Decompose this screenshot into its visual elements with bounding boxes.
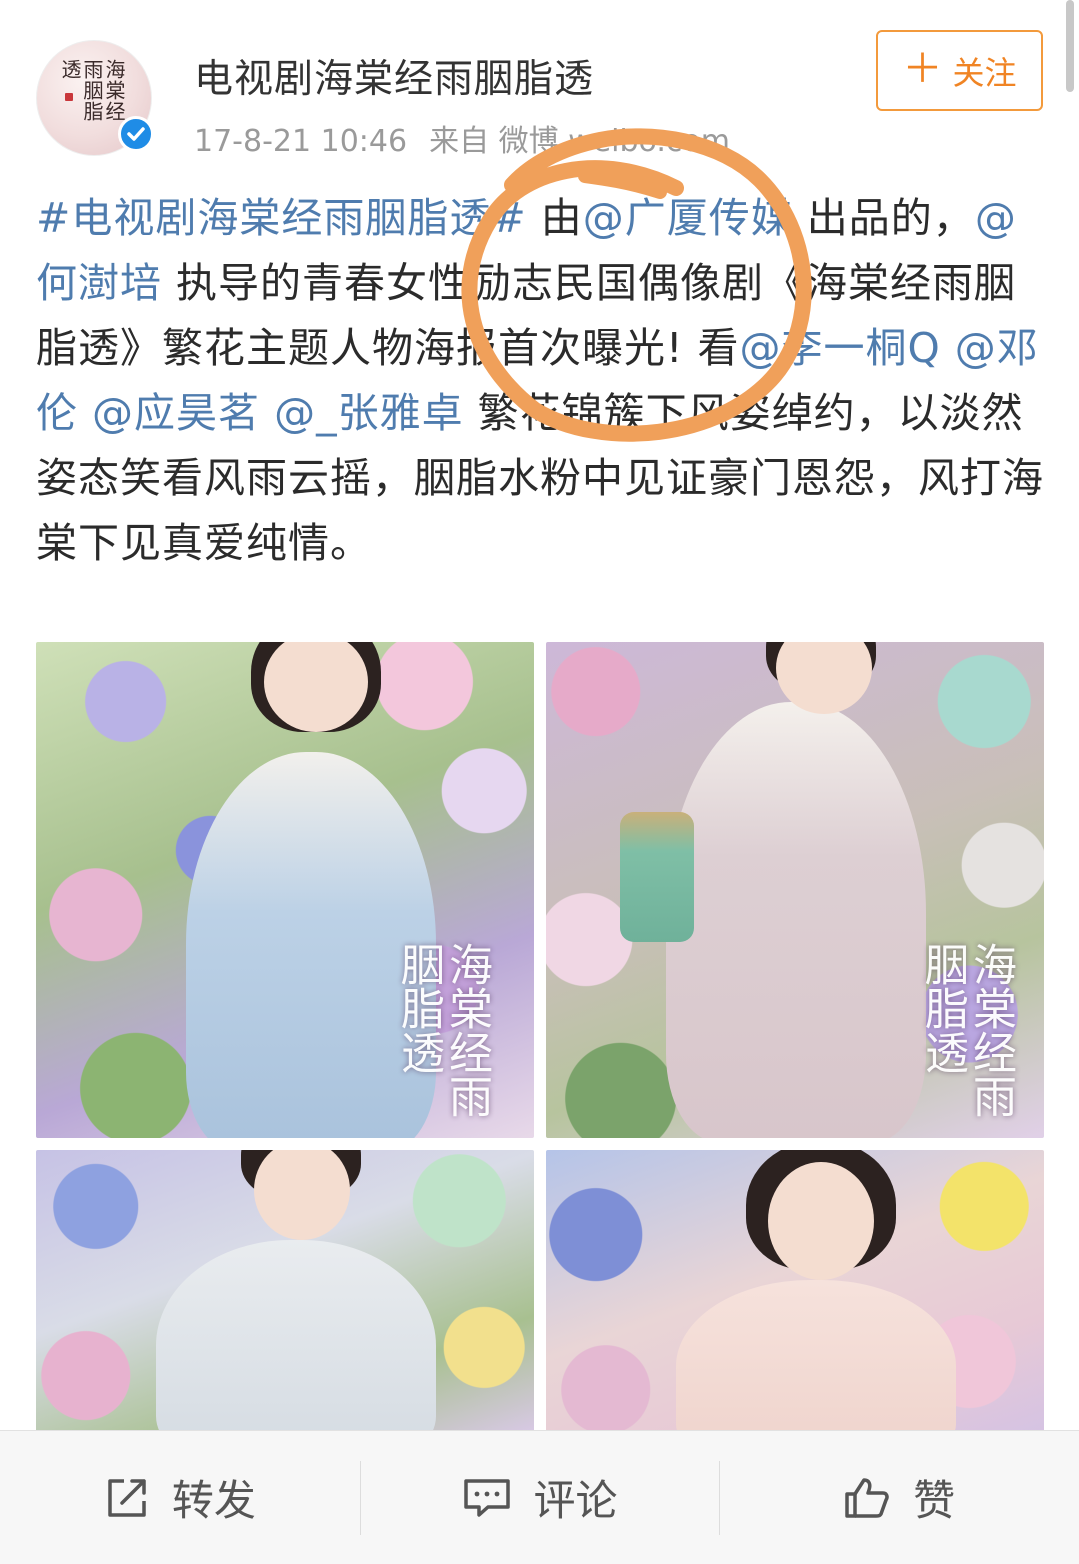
plus-icon: ＋	[902, 45, 943, 92]
tea-canister	[620, 812, 694, 942]
post-text-segment	[78, 389, 92, 437]
post-link[interactable]: @_张雅卓	[274, 389, 464, 437]
poster-title-2: 海棠经雨胭脂透	[917, 942, 1016, 1118]
avatar-seal-mark	[65, 93, 73, 101]
post-meta: 17-8-21 10:46 来自 微博 weibo.com	[194, 116, 730, 160]
repost-label: 转发	[171, 1476, 256, 1525]
post-link[interactable]: #电视剧海棠经雨胭脂透#	[36, 194, 527, 242]
comment-button[interactable]: 评论	[359, 1431, 720, 1564]
like-button[interactable]: 赞	[719, 1431, 1079, 1564]
scrollbar[interactable]	[1066, 0, 1074, 92]
post-text-segment	[260, 389, 274, 437]
poster-image-1[interactable]: 海棠经雨胭脂透	[36, 642, 534, 1138]
verified-badge-icon	[118, 116, 154, 152]
user-name[interactable]: 电视剧海棠经雨胭脂透	[194, 48, 594, 104]
poster-title-1: 海棠经雨胭脂透	[393, 942, 492, 1118]
post-text-segment	[941, 324, 955, 372]
comment-icon	[462, 1475, 512, 1521]
post-text-segment: 出品的，	[792, 194, 975, 242]
post-link[interactable]: @广厦传媒	[583, 194, 793, 242]
post-timestamp: 17-8-21 10:46	[194, 124, 408, 159]
poster-image-4[interactable]	[546, 1150, 1044, 1432]
post-text: #电视剧海棠经雨胭脂透# 由@广厦传媒 出品的，@何澍培 执导的青春女性励志民国…	[36, 186, 1046, 576]
repost-button[interactable]: 转发	[0, 1431, 360, 1564]
figure-shape	[666, 702, 926, 1138]
poster-image-2[interactable]: 海棠经雨胭脂透	[546, 642, 1044, 1138]
figure-head	[254, 1150, 350, 1240]
post-text-segment: 由	[526, 194, 583, 242]
follow-button[interactable]: ＋ 关注	[876, 30, 1043, 111]
repost-icon	[104, 1475, 150, 1521]
figure-shape	[676, 1280, 956, 1432]
post-source: 来自 微博 weibo.com	[429, 124, 730, 159]
follow-label: 关注	[952, 53, 1017, 92]
poster-image-3[interactable]	[36, 1150, 534, 1432]
figure-shape	[156, 1240, 436, 1432]
thumbs-up-icon	[843, 1474, 891, 1522]
comment-label: 评论	[533, 1476, 618, 1525]
image-grid: 海棠经雨胭脂透 海棠经雨胭脂透	[36, 642, 1044, 1432]
avatar-logo-text: 海棠经雨胭脂透	[58, 59, 126, 122]
post-link[interactable]: @李一桐Q	[739, 324, 940, 372]
post-link[interactable]: @应昊茗	[92, 389, 260, 437]
action-bar: 转发 评论 赞	[0, 1430, 1079, 1564]
like-label: 赞	[913, 1476, 956, 1525]
figure-head	[768, 1162, 874, 1280]
